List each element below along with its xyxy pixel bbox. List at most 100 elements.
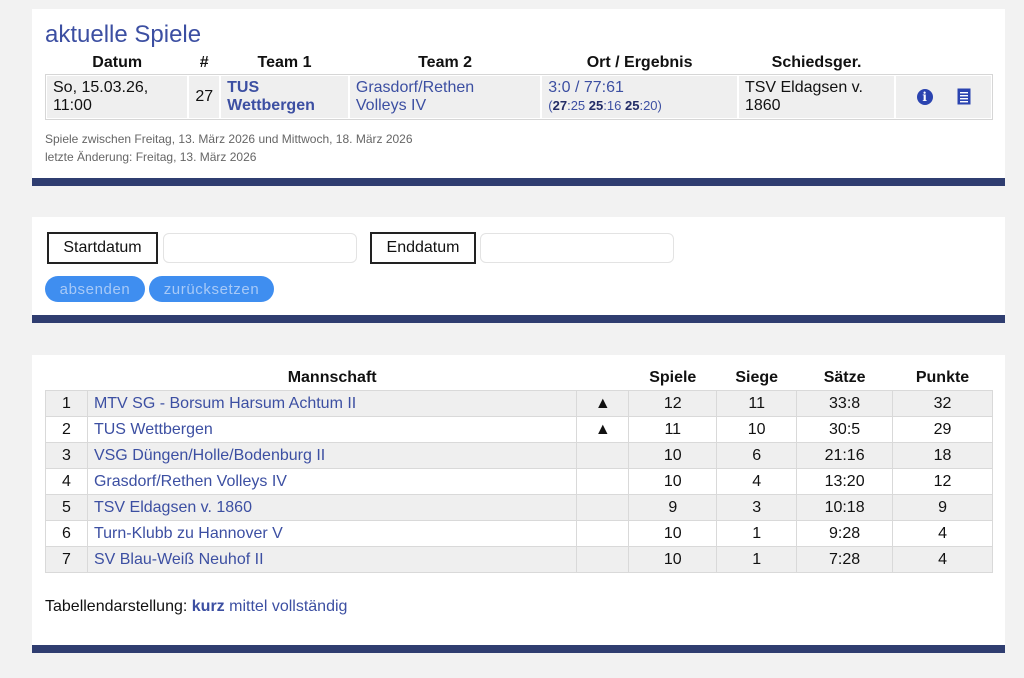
rank: 4 [45,468,88,495]
points: 4 [892,520,993,547]
game-team1: TUS Wettbergen [219,74,350,120]
team-cell: TUS Wettbergen [86,416,578,443]
referee-line1: TSV Eldagsen v. [744,79,863,96]
wins-count: 1 [716,520,798,547]
sets-ratio: 9:28 [796,520,894,547]
team1-name-line2: Wettbergen [227,97,315,114]
table-row: 5 TSV Eldagsen v. 1860 9 3 10:18 9 [45,494,993,521]
col-header-date: Datum [92,54,143,71]
team1-link[interactable]: TUS Wettbergen [227,79,315,114]
referee-line2: 1860 [744,97,781,114]
game-date-time: 11:00 [53,97,92,114]
current-games-panel: aktuelle Spiele Datum # Team 1 Team 2 Or… [32,9,1005,186]
team-cell: TSV Eldagsen v. 1860 [86,494,578,521]
rank: 7 [45,546,88,573]
col-header-trend [577,366,629,391]
info-icon[interactable]: i [916,88,933,105]
rank: 5 [45,494,88,521]
team2-link[interactable]: Grasdorf/Rethen Volleys IV [356,79,474,114]
team-cell: Grasdorf/Rethen Volleys IV [86,468,578,495]
wins-count: 1 [716,546,798,573]
game-row: So, 15.03.26, 11:00 27 TUS Wettbergen Gr… [44,74,993,120]
col-header-referee: Schiedsger. [771,54,862,71]
games-count: 10 [628,520,718,547]
wins-count: 10 [716,416,798,443]
col-header-points: Punkte [915,369,970,386]
end-date-label: Enddatum [370,232,476,264]
view-short-link[interactable]: kurz [192,598,225,615]
submit-button[interactable]: absenden [45,276,145,302]
wins-count: 4 [716,468,798,495]
set3-away: 20 [643,98,658,113]
start-date-input[interactable] [163,233,357,263]
col-header-sets: Sätze [823,369,866,386]
table-view-switch: Tabellendarstellung: kurz mittel vollstä… [45,598,347,616]
team-link[interactable]: MTV SG - Borsum Harsum Achtum II [94,395,356,412]
games-count: 9 [628,494,718,521]
game-team2: Grasdorf/Rethen Volleys IV [347,74,543,120]
view-medium-link[interactable]: mittel [229,598,267,615]
set1-away: 25 [570,98,586,113]
set1-home: 27 [552,98,568,113]
games-header-row: Datum # Team 1 Team 2 Ort / Ergebnis Sch… [46,52,992,75]
result-link[interactable]: 3:0 / 77:61 [548,79,624,96]
team-link[interactable]: SV Blau-Weiß Neuhof II [94,551,264,568]
col-header-location-result: Ort / Ergebnis [586,54,693,71]
team-link[interactable]: VSG Düngen/Holle/Bodenburg II [94,447,325,464]
set-scores: (27:25 25:16 25:20) [548,98,662,113]
trend-cell [576,442,630,469]
date-filter-panel: Startdatum Enddatum absenden zurücksetze… [32,217,1005,323]
game-date-day: So, 15.03.26, [53,79,149,96]
team-link[interactable]: Turn-Klubb zu Hannover V [94,525,283,542]
col-header-games: Spiele [649,369,697,386]
end-date-input[interactable] [480,233,674,263]
rank: 2 [45,416,88,443]
last-change-text: letzte Änderung: Freitag, 13. März 2026 [45,150,257,164]
table-row: 3 VSG Düngen/Holle/Bodenburg II 10 6 21:… [45,442,993,469]
points: 9 [892,494,993,521]
team-link[interactable]: TUS Wettbergen [94,421,213,438]
games-count: 10 [628,442,718,469]
team-link[interactable]: Grasdorf/Rethen Volleys IV [94,473,287,490]
rank: 3 [45,442,88,469]
standings-panel: Mannschaft Spiele Siege Sätze Punkte 1 M… [32,355,1005,653]
game-result: 3:0 / 77:61 (27:25 25:16 25:20) [540,74,739,120]
trend-up-icon: ▲ [576,416,630,443]
rank: 1 [45,390,88,417]
games-count: 12 [628,390,718,417]
standings-header-row: Mannschaft Spiele Siege Sätze Punkte [46,366,993,391]
sets-ratio: 21:16 [796,442,894,469]
sets-ratio: 30:5 [796,416,894,443]
games-range-text: Spiele zwischen Freitag, 13. März 2026 u… [45,132,413,146]
table-row: 4 Grasdorf/Rethen Volleys IV 10 4 13:20 … [45,468,993,495]
trend-cell [576,468,630,495]
col-header-rank [46,366,88,391]
games-count: 10 [628,468,718,495]
games-count: 10 [628,546,718,573]
col-header-team1: Team 1 [257,54,312,71]
col-header-team2: Team 2 [418,54,473,71]
sets-ratio: 7:28 [796,546,894,573]
table-row: 2 TUS Wettbergen ▲ 11 10 30:5 29 [45,416,993,443]
sets-ratio: 13:20 [796,468,894,495]
game-referee: TSV Eldagsen v. 1860 [736,74,897,120]
team-link[interactable]: TSV Eldagsen v. 1860 [94,499,252,516]
games-count: 11 [628,416,718,443]
team-cell: MTV SG - Borsum Harsum Achtum II [86,390,578,417]
team-cell: Turn-Klubb zu Hannover V [86,520,578,547]
trend-cell [576,494,630,521]
team2-name-line2: Volleys IV [355,97,427,114]
points: 32 [892,390,993,417]
game-number: 27 [187,74,222,120]
set3-home: 25 [624,98,640,113]
view-full-link[interactable]: vollständig [272,598,348,615]
trend-cell [576,520,630,547]
reset-button[interactable]: zurücksetzen [149,276,274,302]
game-actions: i [894,74,993,120]
set2-away: 16 [606,98,622,113]
document-list-icon[interactable] [957,88,971,105]
col-header-number: # [199,54,209,71]
wins-count: 6 [716,442,798,469]
sets-ratio: 33:8 [796,390,894,417]
game-date: So, 15.03.26, 11:00 [44,74,190,120]
